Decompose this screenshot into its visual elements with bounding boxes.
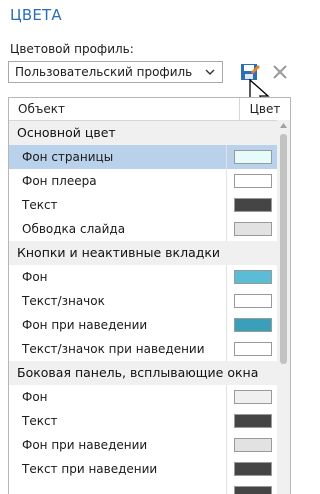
vertical-scrollbar[interactable] bbox=[277, 120, 290, 494]
color-swatch[interactable] bbox=[234, 414, 272, 428]
row-label: Фон bbox=[22, 270, 48, 284]
color-swatch[interactable] bbox=[234, 198, 272, 212]
group-header: Боковая панель, всплывающие окна bbox=[9, 361, 279, 385]
profile-dropdown-value: Пользовательский профиль bbox=[15, 65, 193, 79]
color-swatch[interactable] bbox=[234, 318, 272, 332]
row-label: Фон при наведении bbox=[22, 318, 148, 332]
profile-dropdown[interactable]: Пользовательский профиль bbox=[8, 61, 223, 83]
scroll-up-arrow-icon[interactable] bbox=[280, 122, 287, 129]
table-row[interactable]: Обводка слайда bbox=[9, 217, 279, 241]
color-swatch[interactable] bbox=[234, 222, 272, 236]
table-row[interactable]: Текст/значок при наведении bbox=[9, 337, 279, 361]
table-row[interactable]: Фон при наведении bbox=[9, 433, 279, 457]
color-table: Объект Цвет Основной цвет Фон страницы Ф… bbox=[8, 97, 291, 494]
table-body: Основной цвет Фон страницы Фон плеера Те… bbox=[9, 121, 290, 494]
table-header: Объект Цвет bbox=[9, 98, 290, 121]
chevron-down-icon bbox=[205, 69, 215, 75]
color-swatch[interactable] bbox=[234, 486, 272, 494]
scrollbar-thumb[interactable] bbox=[280, 134, 287, 364]
group-header: Основной цвет bbox=[9, 121, 279, 145]
table-row[interactable]: Фон bbox=[9, 385, 279, 409]
table-row[interactable]: Фон bbox=[9, 265, 279, 289]
table-row[interactable]: Фон при наведении bbox=[9, 313, 279, 337]
row-label: Текст/значок bbox=[22, 294, 105, 308]
panel-title: ЦВЕТА bbox=[10, 6, 62, 24]
table-row[interactable]: Текст bbox=[9, 193, 279, 217]
table-row[interactable]: Текст bbox=[9, 409, 279, 433]
row-label: Текст/значок при наведении bbox=[22, 342, 205, 356]
column-header-color[interactable]: Цвет bbox=[240, 98, 290, 120]
table-row[interactable]: Текст/значок bbox=[9, 289, 279, 313]
color-swatch[interactable] bbox=[234, 270, 272, 284]
column-header-object[interactable]: Объект bbox=[9, 98, 240, 120]
row-label: Фон плеера bbox=[22, 174, 97, 188]
color-swatch[interactable] bbox=[234, 150, 272, 164]
table-row[interactable]: Фон плеера bbox=[9, 169, 279, 193]
delete-profile-button[interactable] bbox=[270, 62, 290, 82]
row-label: Текст bbox=[22, 414, 58, 428]
color-swatch[interactable] bbox=[234, 390, 272, 404]
group-header: Кнопки и неактивные вкладки bbox=[9, 241, 279, 265]
row-label: Фон страницы bbox=[22, 150, 114, 164]
table-row[interactable]: Текст при наведении bbox=[9, 457, 279, 481]
row-label: Фон bbox=[22, 390, 48, 404]
row-label: Обводка слайда bbox=[22, 222, 126, 236]
color-swatch[interactable] bbox=[234, 462, 272, 476]
color-swatch[interactable] bbox=[234, 294, 272, 308]
color-swatch[interactable] bbox=[234, 438, 272, 452]
color-swatch[interactable] bbox=[234, 342, 272, 356]
color-swatch[interactable] bbox=[234, 174, 272, 188]
row-label: Текст при наведении bbox=[22, 462, 158, 476]
profile-label: Цветовой профиль: bbox=[10, 42, 134, 56]
row-label: Фон при наведении bbox=[22, 438, 148, 452]
table-row[interactable]: Фон страницы bbox=[9, 145, 279, 169]
row-label: Текст bbox=[22, 198, 58, 212]
table-row[interactable] bbox=[9, 481, 279, 494]
